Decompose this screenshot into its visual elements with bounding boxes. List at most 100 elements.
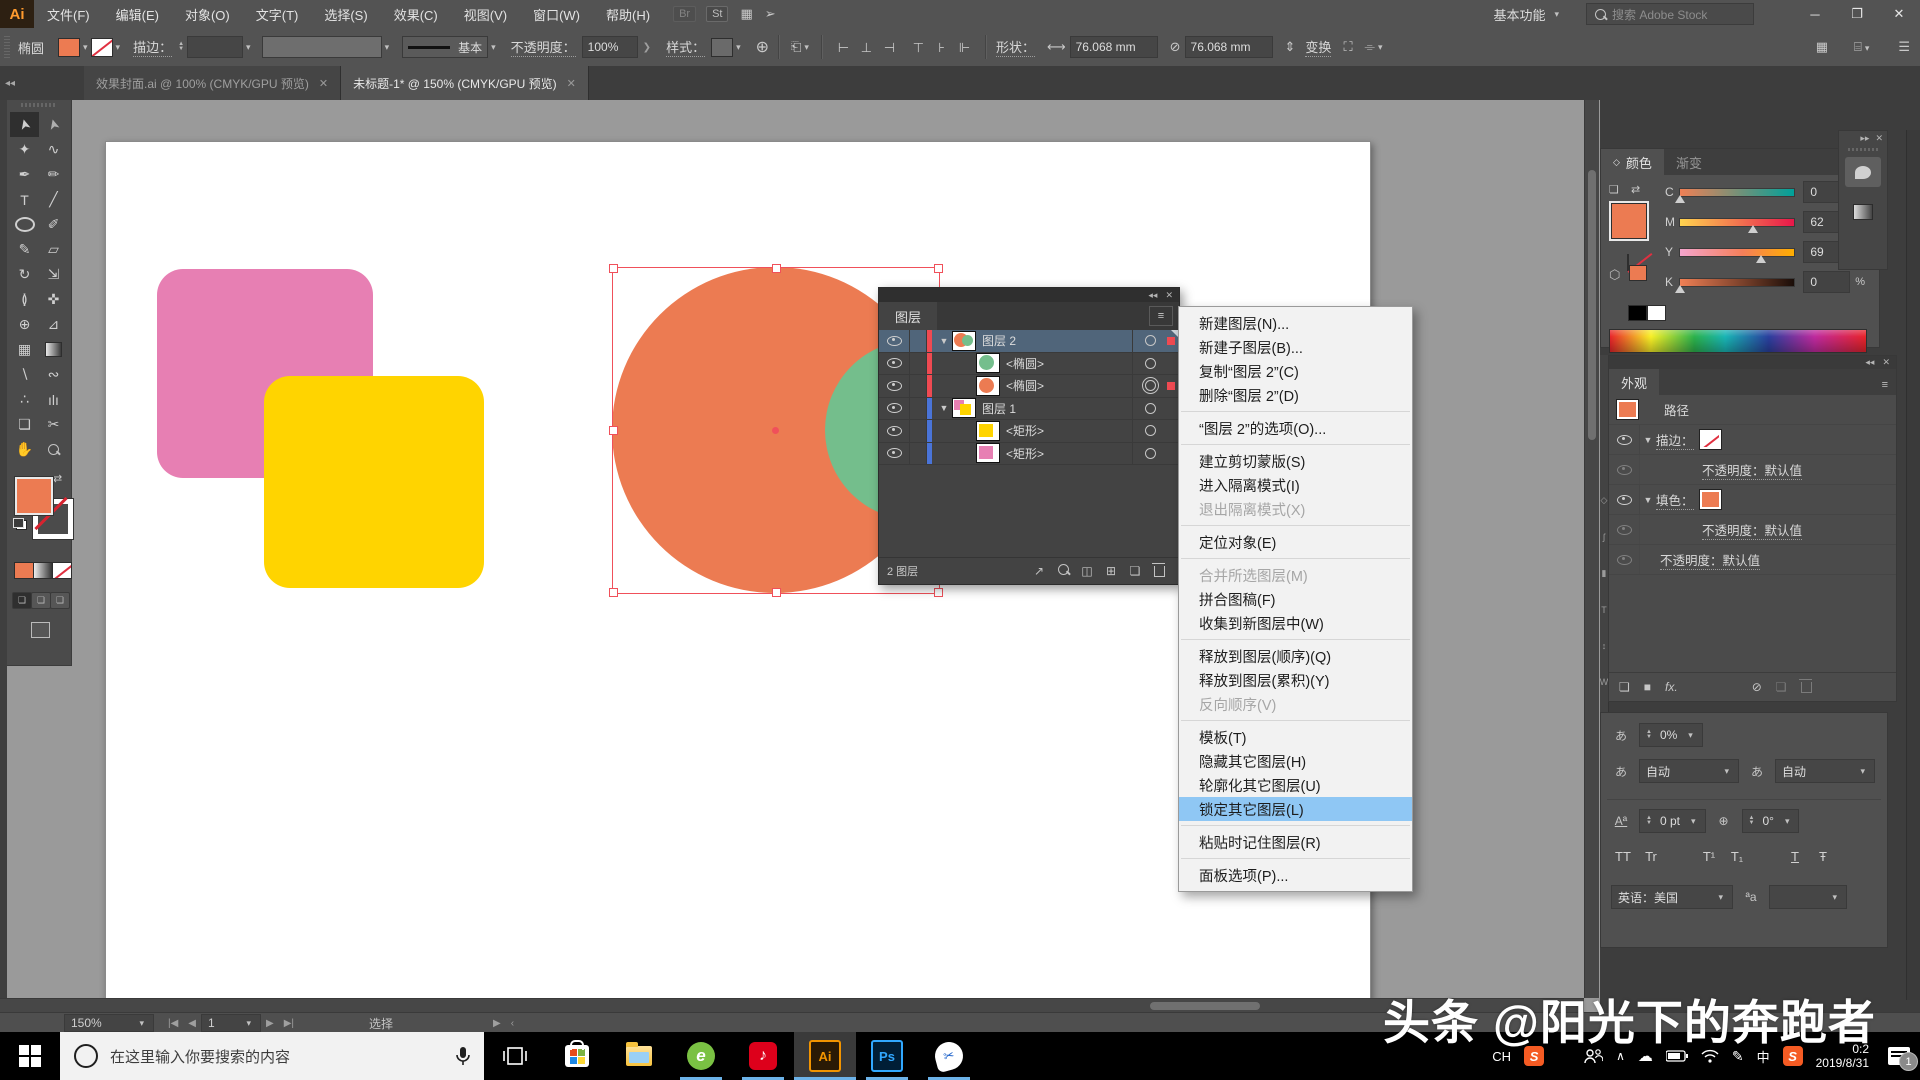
- screen-mode-button[interactable]: [31, 622, 50, 638]
- white-swatch[interactable]: [1647, 305, 1666, 321]
- eyedropper-tool[interactable]: ∖: [10, 362, 39, 387]
- out-of-gamut-cube-icon[interactable]: ⬡: [1609, 267, 1620, 283]
- aki-left-field[interactable]: 自动 ▾: [1639, 759, 1739, 783]
- layer-row-layer1[interactable]: ▼ 图层 1: [879, 397, 1179, 420]
- black-slider[interactable]: [1674, 277, 1796, 293]
- gradient-tab[interactable]: 渐变: [1664, 149, 1714, 175]
- opacity-field[interactable]: 100%: [581, 36, 638, 58]
- visibility-toggle[interactable]: [1609, 485, 1640, 514]
- horizontal-scrollbar[interactable]: [0, 998, 1584, 1012]
- object-name[interactable]: <椭圆>: [1006, 355, 1132, 372]
- selection-indicator[interactable]: [1167, 381, 1175, 390]
- arrange-documents-icon[interactable]: ▦: [1816, 39, 1828, 55]
- align-left-icon[interactable]: ⊢: [836, 41, 851, 54]
- swap-colors-icon[interactable]: ⇄: [1631, 183, 1640, 196]
- opacity-label[interactable]: 不透明度：: [510, 37, 576, 57]
- share-icon[interactable]: ➢: [765, 6, 776, 22]
- brush-caret[interactable]: ▾: [491, 42, 496, 53]
- puppet-warp-tool[interactable]: ✜: [39, 287, 68, 312]
- close-button[interactable]: ✕: [1878, 0, 1920, 28]
- visibility-toggle[interactable]: [1609, 425, 1640, 454]
- status-back-arrow[interactable]: ‹: [511, 1018, 514, 1029]
- layout-grid-icon[interactable]: ▦: [740, 6, 752, 22]
- action-center-icon[interactable]: 1: [1888, 1047, 1918, 1071]
- menu-item-paste-remembers-layers[interactable]: 粘贴时记住图层(R): [1179, 830, 1412, 854]
- draw-behind-button[interactable]: ❏: [31, 592, 51, 609]
- ellipse-tool[interactable]: [10, 212, 39, 237]
- prev-artboard-icon[interactable]: ◀: [188, 1018, 196, 1029]
- visibility-toggle[interactable]: [879, 397, 910, 419]
- selection-handle[interactable]: [609, 264, 618, 273]
- object-thumbnail[interactable]: [976, 420, 1000, 441]
- fill-color-well[interactable]: [14, 476, 54, 516]
- target-column[interactable]: [1132, 397, 1167, 419]
- hand-tool[interactable]: ✋: [10, 437, 39, 462]
- slider-thumb[interactable]: [1674, 194, 1685, 203]
- menu-item-make-clipping-mask[interactable]: 建立剪切蒙版(S): [1179, 449, 1412, 473]
- next-artboard-icon[interactable]: ▶: [266, 1018, 274, 1029]
- similar-caret[interactable]: ▾: [1378, 42, 1383, 53]
- object-thumbnail[interactable]: [976, 375, 1000, 396]
- target-circle-icon[interactable]: [1144, 357, 1156, 369]
- lock-toggle[interactable]: [910, 442, 927, 464]
- layer-row-green-ellipse[interactable]: <椭圆>: [879, 352, 1179, 375]
- rotate-tool[interactable]: ↻: [10, 262, 39, 287]
- yellow-rounded-square[interactable]: [264, 376, 484, 588]
- menu-type[interactable]: 文字(T): [243, 5, 312, 24]
- menu-item-new-sublayer[interactable]: 新建子图层(B)...: [1179, 335, 1412, 359]
- lock-toggle[interactable]: [910, 420, 927, 442]
- slider-thumb[interactable]: [1674, 284, 1685, 293]
- stroke-weight-caret[interactable]: ▾: [246, 42, 251, 53]
- app-logo[interactable]: Ai: [0, 0, 34, 28]
- visibility-toggle[interactable]: [879, 352, 910, 374]
- align-bottom-icon[interactable]: ⊩: [957, 41, 972, 54]
- baseline-shift-field[interactable]: ▲ ▼ 0 pt ▾: [1639, 809, 1706, 833]
- color-mode-button[interactable]: [14, 562, 34, 579]
- taskbar-app-store[interactable]: [546, 1032, 608, 1080]
- align-right-icon[interactable]: ⊣: [882, 41, 897, 54]
- cyan-slider[interactable]: [1674, 187, 1796, 203]
- brush-definition-dropdown[interactable]: 基本: [402, 36, 489, 58]
- slider-thumb[interactable]: [1747, 224, 1758, 233]
- menu-select[interactable]: 选择(S): [311, 5, 380, 24]
- artboard-nav-dropdown[interactable]: 1 ▾: [201, 1014, 261, 1032]
- menu-item-template[interactable]: 模板(T): [1179, 725, 1412, 749]
- make-clipping-mask-icon[interactable]: ◫: [1075, 564, 1099, 578]
- appearance-stroke-opacity-row[interactable]: 不透明度：默认值: [1609, 455, 1896, 485]
- lock-toggle[interactable]: [910, 352, 927, 374]
- eraser-tool[interactable]: ▱: [39, 237, 68, 262]
- color-spectrum-bar[interactable]: [1609, 329, 1867, 353]
- small-caps-button[interactable]: Tr: [1639, 849, 1663, 864]
- expand-chevron-icon[interactable]: ▼: [1640, 435, 1656, 445]
- visibility-toggle[interactable]: [879, 420, 910, 442]
- transform-label[interactable]: 变换: [1305, 37, 1332, 57]
- target-circle-targeted-icon[interactable]: [1144, 380, 1156, 392]
- menu-item-release-to-layers-seq[interactable]: 释放到图层(顺序)(Q): [1179, 644, 1412, 668]
- language-dropdown[interactable]: 英语：美国 ▾: [1611, 885, 1733, 909]
- layer-row-pink-rect[interactable]: <矩形>: [879, 442, 1179, 465]
- type-tool[interactable]: T: [10, 187, 39, 212]
- collapse-dock-icon[interactable]: ◂◂: [0, 66, 20, 100]
- selection-handle[interactable]: [609, 426, 618, 435]
- appearance-fill-opacity-row[interactable]: 不透明度：默认值: [1609, 515, 1896, 545]
- perspective-grid-tool[interactable]: ⊿: [39, 312, 68, 337]
- target-circle-icon[interactable]: [1144, 447, 1156, 459]
- menu-item-hide-others[interactable]: 隐藏其它图层(H): [1179, 749, 1412, 773]
- align-h-center-icon[interactable]: ⊥: [859, 41, 874, 54]
- minimize-button[interactable]: ─: [1794, 0, 1836, 28]
- align-top-icon[interactable]: ⊤: [911, 41, 926, 54]
- symbol-sprayer-tool[interactable]: ∴: [10, 387, 39, 412]
- menu-item-delete-layer[interactable]: 删除“图层 2”(D): [1179, 383, 1412, 407]
- expand-chevron-icon[interactable]: ▼: [1640, 495, 1656, 505]
- yellow-slider[interactable]: [1678, 247, 1796, 263]
- shape-height-field[interactable]: 76.068 mm: [1184, 36, 1273, 58]
- stroke-none-swatch[interactable]: [1698, 429, 1722, 450]
- selection-center-point[interactable]: [772, 427, 779, 434]
- layer-thumbnail[interactable]: [952, 330, 976, 351]
- stroke-color-swatch[interactable]: [90, 37, 113, 57]
- document-tab[interactable]: 效果封面.ai @ 100% (CMYK/GPU 预览) ✕: [84, 66, 342, 100]
- color-tab[interactable]: ◇ 颜色: [1601, 149, 1664, 175]
- menu-item-release-to-layers-build[interactable]: 释放到图层(累积)(Y): [1179, 668, 1412, 692]
- menu-item-layer-options[interactable]: “图层 2”的选项(O)...: [1179, 416, 1412, 440]
- curvature-tool[interactable]: ✏: [39, 162, 68, 187]
